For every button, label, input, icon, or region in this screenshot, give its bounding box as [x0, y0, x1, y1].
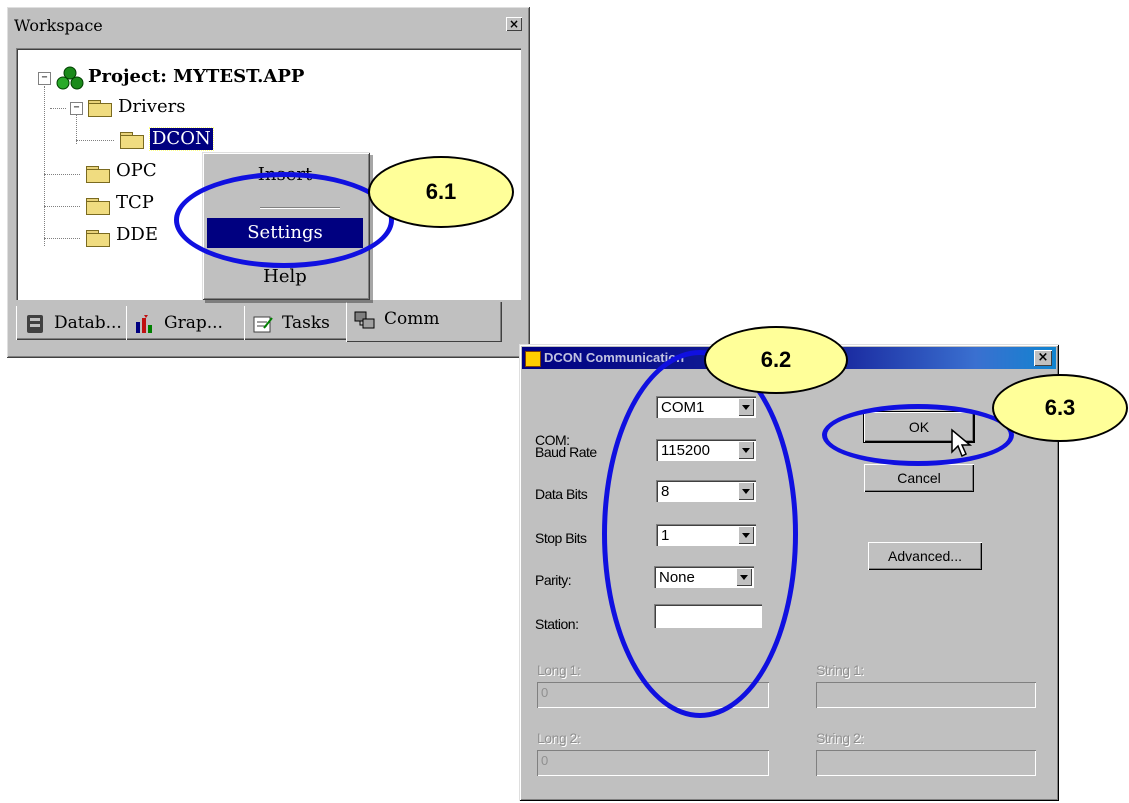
workspace-title: Workspace — [14, 16, 103, 35]
tab-label: Datab... — [54, 313, 122, 333]
long1-value: 0 — [541, 685, 549, 700]
close-icon[interactable]: × — [506, 17, 522, 31]
long2-input: 0 — [537, 750, 769, 776]
step-callout-6-3: 6.3 — [992, 374, 1128, 442]
long2-label: Long 2: — [537, 730, 581, 746]
step-callout-6-1: 6.1 — [368, 156, 514, 228]
tab-label: Comm — [384, 309, 440, 329]
open-folder-icon — [88, 100, 112, 117]
tree-item-tcp[interactable]: TCP — [116, 192, 154, 214]
folder-icon — [86, 166, 110, 183]
graphics-icon — [136, 315, 152, 333]
folder-icon — [86, 198, 110, 215]
string1-input — [816, 682, 1036, 708]
tree-connector — [44, 206, 80, 207]
mouse-cursor-icon — [951, 428, 973, 458]
tab-label: Tasks — [282, 313, 330, 333]
project-icon — [56, 66, 84, 90]
step-callout-6-2: 6.2 — [704, 326, 848, 394]
string1-label: String 1: — [816, 662, 864, 678]
tree-item-drivers[interactable]: Drivers — [118, 96, 185, 118]
database-icon — [27, 315, 43, 333]
app-icon — [525, 351, 541, 367]
long1-label: Long 1: — [537, 662, 581, 678]
tree-item-opc[interactable]: OPC — [116, 160, 157, 182]
tasks-icon — [253, 316, 273, 333]
cancel-button[interactable]: Cancel — [864, 464, 974, 492]
tree-item-dde[interactable]: DDE — [116, 224, 158, 246]
workspace-title-bar[interactable]: Workspace × — [10, 10, 526, 40]
long2-value: 0 — [541, 753, 549, 768]
parity-label: Parity: — [535, 572, 572, 588]
tree-item-dcon[interactable]: DCON — [149, 127, 214, 151]
tab-label: Grap... — [164, 313, 223, 333]
station-label: Station: — [535, 616, 579, 632]
tree-connector — [44, 86, 45, 246]
highlight-ellipse-settings — [174, 172, 394, 268]
tree-connector — [44, 174, 80, 175]
tree-connector — [44, 238, 80, 239]
collapse-icon[interactable]: − — [70, 102, 83, 115]
stop-bits-label: Stop Bits — [535, 530, 587, 546]
data-bits-label: Data Bits — [535, 486, 588, 502]
tree-connector — [76, 140, 114, 141]
tab-comm[interactable]: Comm — [346, 302, 502, 342]
folder-icon — [120, 132, 144, 149]
comm-icon — [354, 311, 375, 329]
tree-item-project[interactable]: Project: MYTEST.APP — [88, 66, 304, 88]
collapse-icon[interactable]: − — [38, 72, 51, 85]
highlight-ellipse-ok — [822, 404, 1014, 466]
baud-rate-label: Baud Rate — [535, 444, 597, 460]
string2-input — [816, 750, 1036, 776]
folder-icon — [86, 230, 110, 247]
highlight-ellipse-fields — [602, 350, 798, 718]
tree-connector — [50, 108, 66, 109]
close-icon[interactable]: × — [1034, 350, 1052, 366]
workspace-tabs: Datab... Grap... Tasks Comm — [16, 302, 521, 344]
string2-label: String 2: — [816, 730, 864, 746]
advanced-button[interactable]: Advanced... — [868, 542, 982, 570]
